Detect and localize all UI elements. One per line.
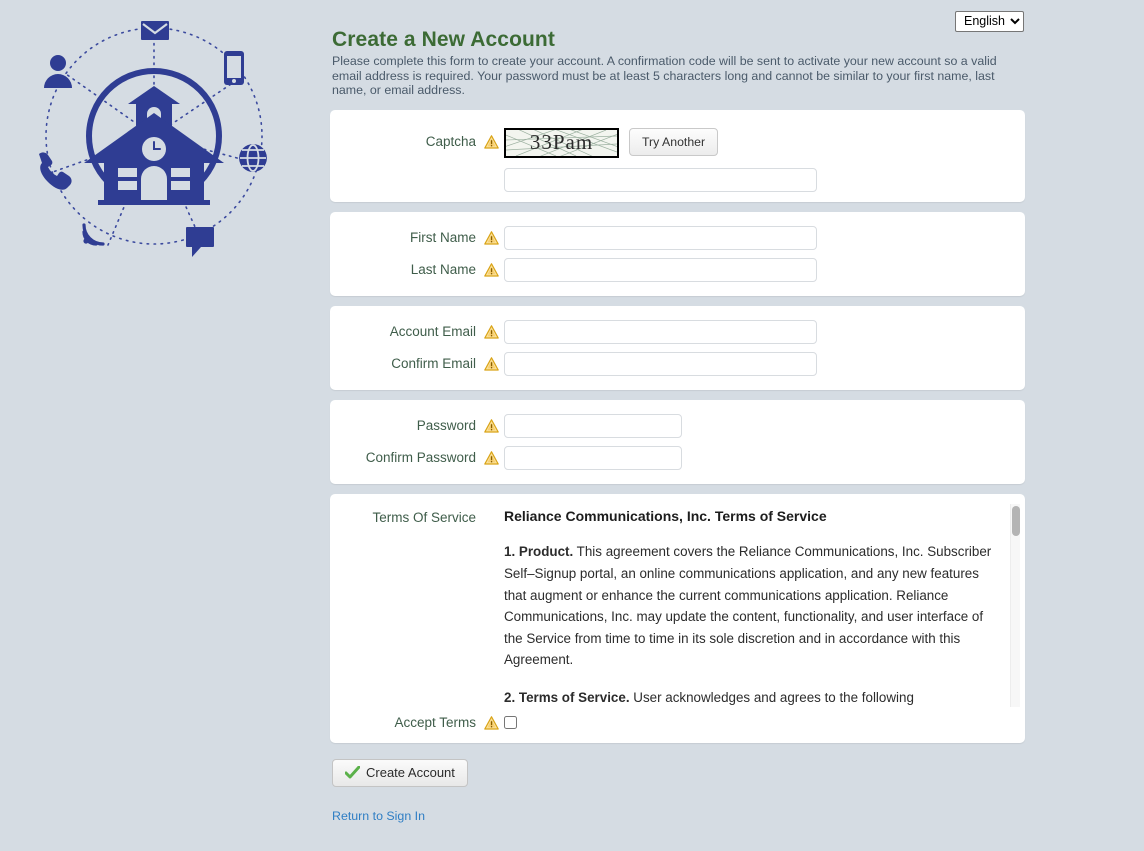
- terms-paragraph: 2. Terms of Service. User acknowledges a…: [504, 687, 1000, 707]
- terms-of-service-scrollbox[interactable]: Reliance Communications, Inc. Terms of S…: [504, 504, 1022, 707]
- return-to-sign-in-link[interactable]: Return to Sign In: [332, 809, 425, 823]
- confirm-email-label: Confirm Email: [330, 356, 478, 371]
- globe-icon: [240, 145, 266, 171]
- confirm-email-warning-cell: [478, 356, 504, 371]
- terms-paragraph: 1. Product. This agreement covers the Re…: [504, 541, 1000, 671]
- confirm-email-row: Confirm Email: [330, 348, 1025, 380]
- last-name-label: Last Name: [330, 262, 478, 277]
- try-another-button[interactable]: Try Another: [629, 128, 718, 156]
- password-input[interactable]: [504, 414, 682, 438]
- account-email-label: Account Email: [330, 324, 478, 339]
- illustration-svg: [8, 8, 300, 258]
- rss-wifi-icon: [83, 225, 103, 244]
- last-name-input[interactable]: [504, 258, 817, 282]
- confirm-password-label: Confirm Password: [330, 450, 478, 465]
- terms-paragraph-body: This agreement covers the Reliance Commu…: [504, 544, 991, 667]
- accept-terms-label: Accept Terms: [330, 715, 478, 730]
- last-name-warning-cell: [478, 262, 504, 277]
- captcha-warning-cell: [478, 128, 504, 149]
- account-email-row: Account Email: [330, 316, 1025, 348]
- warning-triangle-icon: [484, 135, 499, 149]
- password-row: Password: [330, 410, 1025, 442]
- create-account-label: Create Account: [366, 765, 455, 780]
- green-check-icon: [345, 766, 360, 779]
- page-title: Create a New Account: [332, 28, 1025, 52]
- password-warning-cell: [478, 418, 504, 433]
- password-panel: Password Confirm Password: [330, 400, 1025, 484]
- warning-triangle-icon: [484, 451, 499, 465]
- accept-terms-warning-cell: [478, 715, 504, 730]
- confirm-password-warning-cell: [478, 450, 504, 465]
- first-name-row: First Name: [330, 222, 1025, 254]
- confirm-password-input[interactable]: [504, 446, 682, 470]
- warning-triangle-icon: [484, 419, 499, 433]
- terms-paragraph-body: User acknowledges and agrees to the foll…: [630, 690, 914, 705]
- captcha-input[interactable]: [504, 168, 817, 192]
- first-name-input[interactable]: [504, 226, 817, 250]
- warning-triangle-icon: [484, 263, 499, 277]
- terms-paragraph-lead: 2. Terms of Service.: [504, 690, 630, 705]
- captcha-label: Captcha: [330, 128, 478, 149]
- warning-triangle-icon: [484, 716, 499, 730]
- person-icon: [44, 55, 72, 88]
- confirm-email-input[interactable]: [504, 352, 817, 376]
- terms-row: Terms Of Service Reliance Communications…: [330, 504, 1025, 707]
- create-account-button[interactable]: Create Account: [332, 759, 468, 787]
- terms-of-service-label: Terms Of Service: [330, 504, 478, 525]
- captcha-image: 33Pam: [504, 128, 619, 158]
- password-label: Password: [330, 418, 478, 433]
- terms-panel: Terms Of Service Reliance Communications…: [330, 494, 1025, 743]
- captcha-text: 33Pam: [506, 130, 617, 156]
- page-description: Please complete this form to create your…: [332, 54, 1014, 98]
- last-name-row: Last Name: [330, 254, 1025, 286]
- first-name-label: First Name: [330, 230, 478, 245]
- captcha-panel: Captcha: [330, 110, 1025, 202]
- mobile-phone-icon: [224, 51, 244, 85]
- school-connectivity-illustration: [8, 8, 300, 258]
- accept-terms-row: Accept Terms: [330, 707, 1025, 737]
- envelope-icon: [141, 21, 169, 40]
- chat-bubble-icon: [186, 227, 214, 257]
- captcha-row: Captcha: [330, 120, 1025, 162]
- signup-main-column: Create a New Account Please complete thi…: [330, 0, 1025, 825]
- terms-heading: Reliance Communications, Inc. Terms of S…: [504, 506, 1000, 528]
- terms-paragraph-lead: 1. Product.: [504, 544, 573, 559]
- captcha-input-row: [330, 162, 1025, 192]
- email-panel: Account Email Confirm Email: [330, 306, 1025, 390]
- first-name-warning-cell: [478, 230, 504, 245]
- account-email-input[interactable]: [504, 320, 817, 344]
- scrollbar-thumb[interactable]: [1012, 506, 1020, 536]
- confirm-password-row: Confirm Password: [330, 442, 1025, 474]
- warning-triangle-icon: [484, 231, 499, 245]
- accept-terms-checkbox[interactable]: [504, 716, 517, 729]
- account-email-warning-cell: [478, 324, 504, 339]
- name-panel: First Name Last Name: [330, 212, 1025, 296]
- warning-triangle-icon: [484, 325, 499, 339]
- warning-triangle-icon: [484, 357, 499, 371]
- vertical-scrollbar[interactable]: [1010, 504, 1020, 707]
